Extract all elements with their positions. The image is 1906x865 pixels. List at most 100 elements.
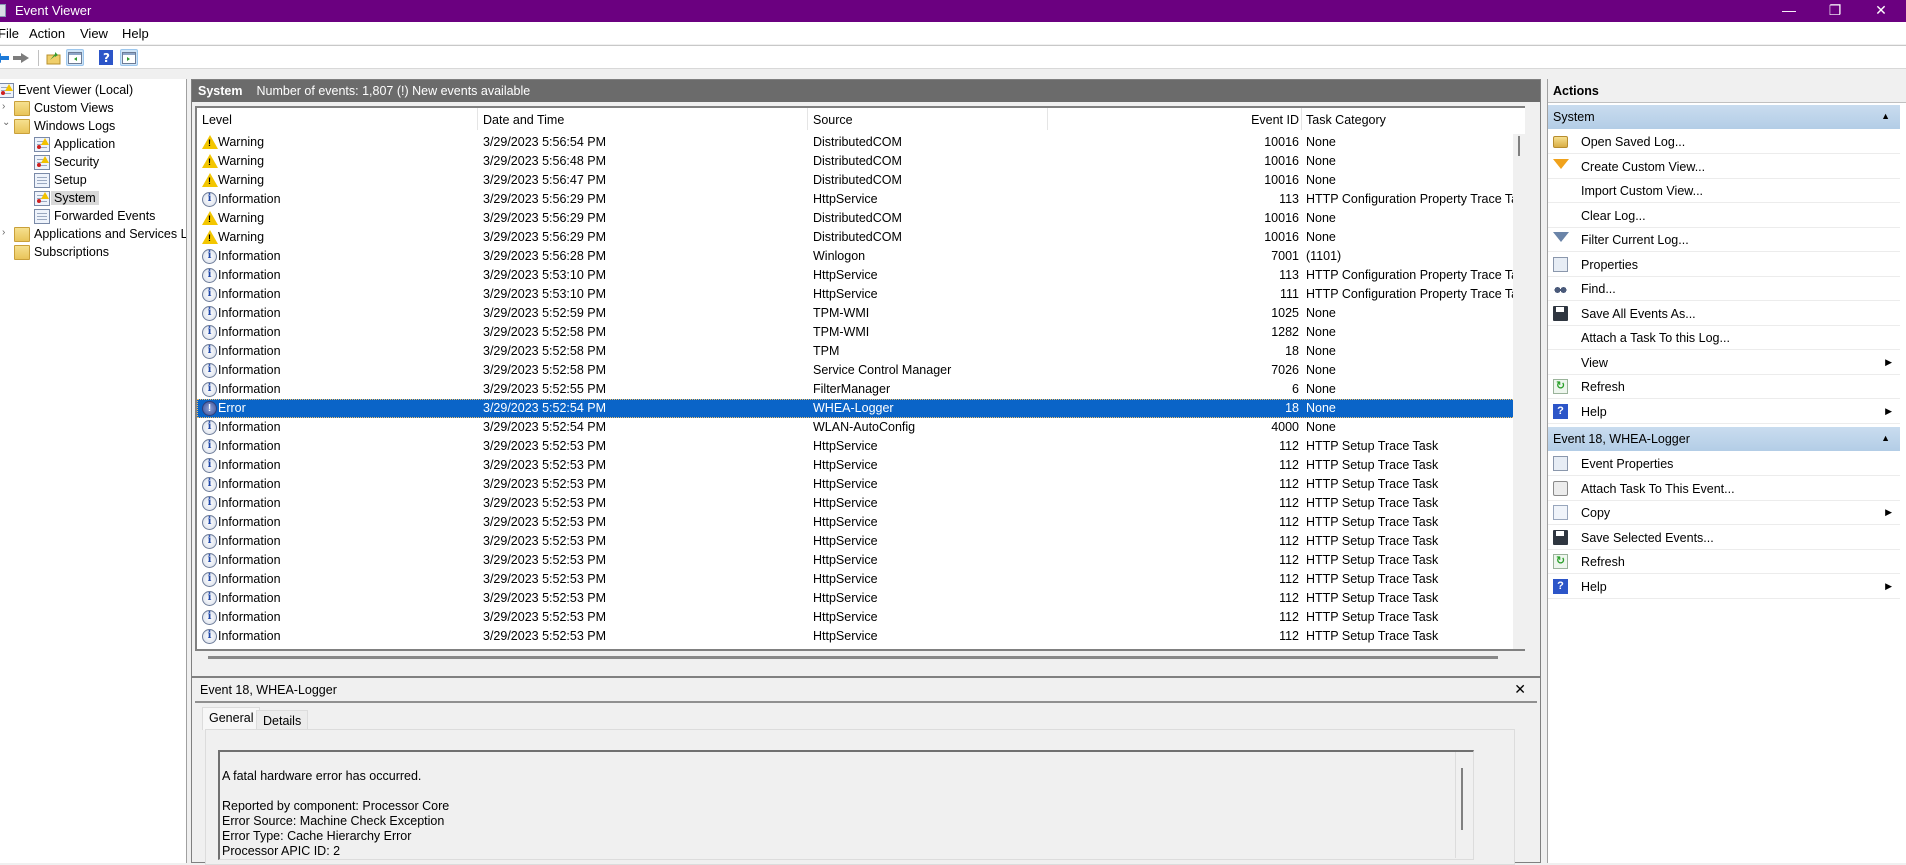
- column-header-event-id[interactable]: Event ID: [1227, 113, 1299, 127]
- table-row[interactable]: ! Warning 3/29/2023 5:56:29 PM DistributedC…: [197, 228, 1525, 247]
- table-row[interactable]: i Information 3/29/2023 5:52:55 PM FilterMa…: [197, 380, 1525, 399]
- restore-button[interactable]: ❐: [1812, 0, 1858, 22]
- action-view[interactable]: View ▶: [1548, 351, 1900, 375]
- table-row[interactable]: i Information 3/29/2023 5:52:53 PM HttpServ…: [197, 456, 1525, 475]
- table-row[interactable]: i Information 3/29/2023 5:52:58 PM Service …: [197, 361, 1525, 380]
- back-arrow-icon[interactable]: [0, 49, 10, 66]
- table-row[interactable]: i Information 3/29/2023 5:52:53 PM HttpServ…: [197, 513, 1525, 532]
- vertical-scrollbar-thumb[interactable]: [1518, 136, 1520, 156]
- close-button[interactable]: ✕: [1858, 0, 1904, 22]
- column-divider[interactable]: [1301, 108, 1302, 130]
- log-icon: [34, 208, 50, 224]
- action-refresh[interactable]: ↻ Refresh: [1548, 550, 1900, 574]
- table-row[interactable]: i Information 3/29/2023 5:52:53 PM HttpServ…: [197, 589, 1525, 608]
- tree-item-subscriptions[interactable]: Subscriptions: [14, 243, 109, 261]
- action-clear-log[interactable]: Clear Log...: [1548, 204, 1900, 228]
- table-row[interactable]: i Information 3/29/2023 5:52:53 PM HttpServ…: [197, 475, 1525, 494]
- action-import-custom-view[interactable]: Import Custom View...: [1548, 179, 1900, 203]
- tree-item-custom-views[interactable]: Custom Views: [14, 99, 114, 117]
- forward-arrow-icon[interactable]: [12, 49, 30, 66]
- action-help[interactable]: ? Help ▶: [1548, 400, 1900, 424]
- table-row[interactable]: i Information 3/29/2023 5:52:53 PM HttpServ…: [197, 532, 1525, 551]
- table-row[interactable]: ! Warning 3/29/2023 5:56:47 PM DistributedC…: [197, 171, 1525, 190]
- table-row[interactable]: i Information 3/29/2023 5:56:29 PM HttpServ…: [197, 190, 1525, 209]
- tree-item-security[interactable]: Security: [34, 153, 99, 171]
- table-row[interactable]: i Information 3/29/2023 5:52:53 PM HttpServ…: [197, 551, 1525, 570]
- help-icon[interactable]: ?: [97, 49, 115, 66]
- table-row[interactable]: i Information 3/29/2023 5:52:53 PM HttpServ…: [197, 627, 1525, 646]
- action-attach-task-to-this-event[interactable]: Attach Task To This Event...: [1548, 477, 1900, 501]
- action-create-custom-view[interactable]: Create Custom View...: [1548, 155, 1900, 179]
- tree-item-system[interactable]: System: [34, 189, 99, 207]
- table-row[interactable]: ! Warning 3/29/2023 5:56:54 PM DistributedC…: [197, 133, 1525, 152]
- actions-section-header[interactable]: Event 18, WHEA-Logger ▲: [1548, 427, 1900, 451]
- horizontal-scrollbar[interactable]: [208, 656, 1498, 659]
- action-refresh[interactable]: ↻ Refresh: [1548, 375, 1900, 399]
- information-icon: i: [202, 306, 217, 321]
- title-bar: Event Viewer — ❐ ✕: [0, 0, 1906, 22]
- collapse-triangle-icon[interactable]: ▲: [1881, 111, 1890, 121]
- action-open-saved-log[interactable]: Open Saved Log...: [1548, 130, 1900, 154]
- event-message[interactable]: A fatal hardware error has occurred. Rep…: [218, 750, 1474, 860]
- menu-view[interactable]: View: [80, 26, 108, 41]
- minimize-button[interactable]: —: [1766, 0, 1812, 22]
- expand-chevron-icon[interactable]: ›: [2, 227, 5, 238]
- table-row[interactable]: i Information 3/29/2023 5:52:53 PM HttpServ…: [197, 570, 1525, 589]
- column-header-level[interactable]: Level: [202, 113, 232, 127]
- table-row[interactable]: i Information 3/29/2023 5:53:10 PM HttpServ…: [197, 285, 1525, 304]
- column-divider[interactable]: [1047, 108, 1048, 130]
- table-row[interactable]: ! Warning 3/29/2023 5:56:48 PM DistributedC…: [197, 152, 1525, 171]
- table-row[interactable]: i Information 3/29/2023 5:53:10 PM HttpServ…: [197, 266, 1525, 285]
- tab-general[interactable]: General: [202, 707, 261, 730]
- column-divider[interactable]: [477, 108, 478, 130]
- cell-event-id: 112: [1279, 591, 1299, 605]
- action-find[interactable]: Find...: [1548, 277, 1900, 301]
- table-row[interactable]: i Information 3/29/2023 5:52:58 PM TPM-WMI 1…: [197, 323, 1525, 342]
- close-icon[interactable]: ✕: [1514, 681, 1526, 698]
- actions-section-header[interactable]: System ▲: [1548, 105, 1900, 129]
- tree-item-forwarded-events[interactable]: Forwarded Events: [34, 207, 155, 225]
- menu-action[interactable]: Action: [29, 26, 65, 41]
- tree-item-windows-logs[interactable]: Windows Logs: [14, 117, 115, 135]
- action-filter-current-log[interactable]: Filter Current Log...: [1548, 228, 1900, 252]
- table-row[interactable]: i Information 3/29/2023 5:52:53 PM HttpServ…: [197, 437, 1525, 456]
- collapse-chevron-icon[interactable]: ⌄: [2, 117, 10, 128]
- column-header-source[interactable]: Source: [813, 113, 853, 127]
- table-row[interactable]: i Information 3/29/2023 5:52:53 PM HttpServ…: [197, 608, 1525, 627]
- table-row[interactable]: i Information 3/29/2023 5:52:54 PM WLAN-Aut…: [197, 418, 1525, 437]
- action-label: Properties: [1581, 257, 1638, 272]
- expand-chevron-icon[interactable]: ›: [2, 101, 5, 112]
- column-header-date-and-time[interactable]: Date and Time: [483, 113, 564, 127]
- cell-level: Information: [218, 439, 281, 453]
- menu-help[interactable]: Help: [122, 26, 149, 41]
- table-row[interactable]: i Information 3/29/2023 5:56:28 PM Winlogon…: [197, 247, 1525, 266]
- show-hide-action-pane-icon[interactable]: [120, 49, 138, 66]
- message-scrollbar-thumb[interactable]: [1461, 768, 1463, 830]
- action-properties[interactable]: Properties: [1548, 253, 1900, 277]
- tree-item-applications-and-services-logs[interactable]: Applications and Services Lo: [14, 225, 186, 243]
- table-row[interactable]: ! Warning 3/29/2023 5:56:29 PM DistributedC…: [197, 209, 1525, 228]
- menu-file[interactable]: File: [0, 26, 19, 41]
- cell-source: DistributedCOM: [813, 154, 902, 168]
- table-row[interactable]: i Information 3/29/2023 5:52:53 PM HttpServ…: [197, 494, 1525, 513]
- collapse-triangle-icon[interactable]: ▲: [1881, 433, 1890, 443]
- action-copy[interactable]: Copy ▶: [1548, 501, 1900, 525]
- action-help[interactable]: ? Help ▶: [1548, 575, 1900, 599]
- tree-root-event-viewer-local[interactable]: Event Viewer (Local): [0, 81, 133, 99]
- action-event-properties[interactable]: Event Properties: [1548, 452, 1900, 476]
- table-row[interactable]: ! Error 3/29/2023 5:52:54 PM WHEA-Logger 18 N…: [197, 399, 1525, 418]
- action-save-selected-events[interactable]: Save Selected Events...: [1548, 526, 1900, 550]
- column-divider[interactable]: [807, 108, 808, 130]
- column-header-task-category[interactable]: Task Category: [1306, 113, 1386, 127]
- action-attach-a-task-to-this-log[interactable]: Attach a Task To this Log...: [1548, 326, 1900, 350]
- table-row[interactable]: i Information 3/29/2023 5:52:59 PM TPM-WMI 1…: [197, 304, 1525, 323]
- tree-item-application[interactable]: Application: [34, 135, 115, 153]
- tab-details[interactable]: Details: [256, 710, 309, 730]
- message-scrollbar[interactable]: [1455, 752, 1473, 858]
- table-row[interactable]: i Information 3/29/2023 5:52:58 PM TPM 18 Non…: [197, 342, 1525, 361]
- show-hide-console-tree-icon[interactable]: [66, 49, 84, 66]
- up-folder-icon[interactable]: [44, 49, 62, 66]
- vertical-scrollbar[interactable]: [1513, 134, 1525, 649]
- tree-item-setup[interactable]: Setup: [34, 171, 87, 189]
- action-save-all-events-as[interactable]: Save All Events As...: [1548, 302, 1900, 326]
